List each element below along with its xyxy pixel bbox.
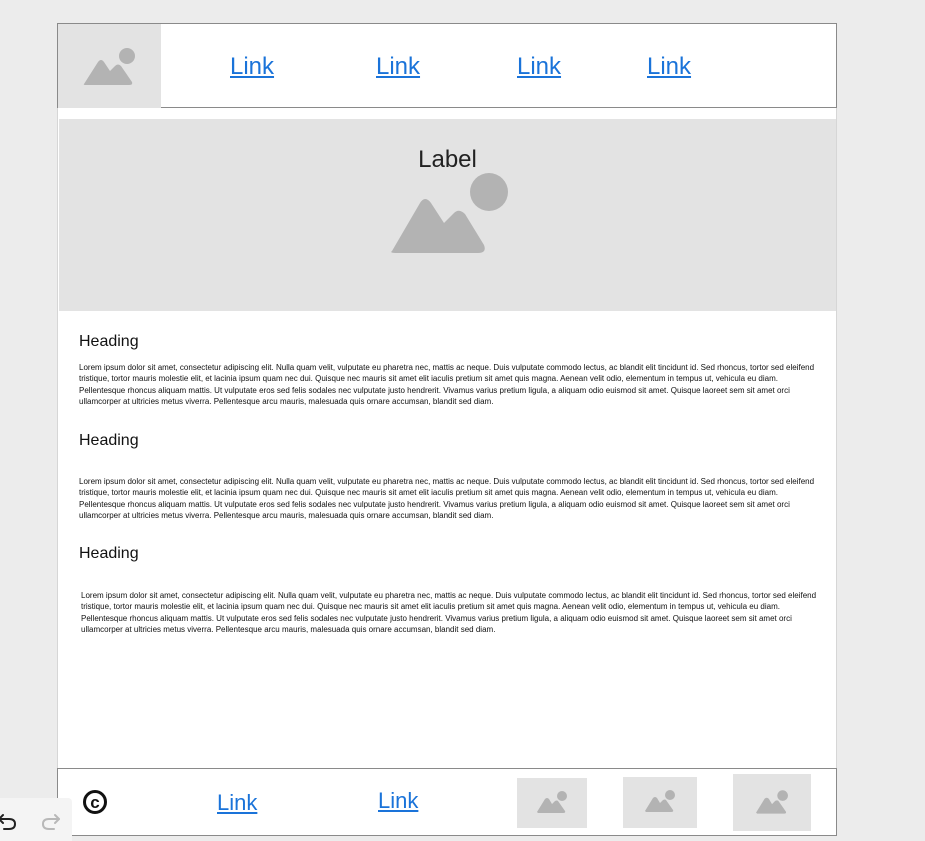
- section-heading-2: Heading: [79, 432, 139, 449]
- header-logo-placeholder: [58, 24, 161, 108]
- footer-thumbnail-1: [517, 778, 587, 828]
- footer-thumbnail-3: [733, 774, 811, 831]
- footer-link-1[interactable]: Link: [217, 790, 257, 816]
- undo-icon: [0, 814, 17, 830]
- nav-link-1[interactable]: Link: [230, 53, 274, 81]
- image-placeholder-icon: [645, 790, 675, 812]
- section-paragraph-1: Lorem ipsum dolor sit amet, consectetur …: [79, 363, 815, 407]
- image-placeholder-icon: [391, 173, 508, 253]
- section-paragraph-3: Lorem ipsum dolor sit amet, consectetur …: [81, 591, 817, 635]
- undo-redo-toolbar: [0, 798, 72, 841]
- footer-link-2[interactable]: Link: [378, 788, 418, 814]
- nav-link-4[interactable]: Link: [647, 53, 691, 81]
- hero-banner: Label: [59, 119, 836, 311]
- section-heading-3: Heading: [79, 545, 139, 562]
- copyright-icon: c: [83, 790, 107, 814]
- image-placeholder-icon: [83, 48, 135, 85]
- main-content: Label Heading Lorem ipsum dolor sit amet…: [57, 108, 837, 768]
- nav-link-3[interactable]: Link: [517, 53, 561, 81]
- redo-button[interactable]: [40, 810, 62, 832]
- redo-icon: [41, 814, 60, 830]
- site-header: Link Link Link Link: [57, 23, 837, 108]
- hero-label: Label: [418, 146, 477, 173]
- footer-thumbnail-2: [623, 777, 697, 828]
- site-footer: c Link Link: [57, 768, 837, 836]
- image-placeholder-icon: [756, 790, 788, 814]
- section-paragraph-2: Lorem ipsum dolor sit amet, consectetur …: [79, 477, 815, 521]
- image-placeholder-icon: [537, 791, 567, 813]
- section-heading-1: Heading: [79, 333, 139, 350]
- nav-link-2[interactable]: Link: [376, 53, 420, 81]
- undo-button[interactable]: [0, 810, 18, 832]
